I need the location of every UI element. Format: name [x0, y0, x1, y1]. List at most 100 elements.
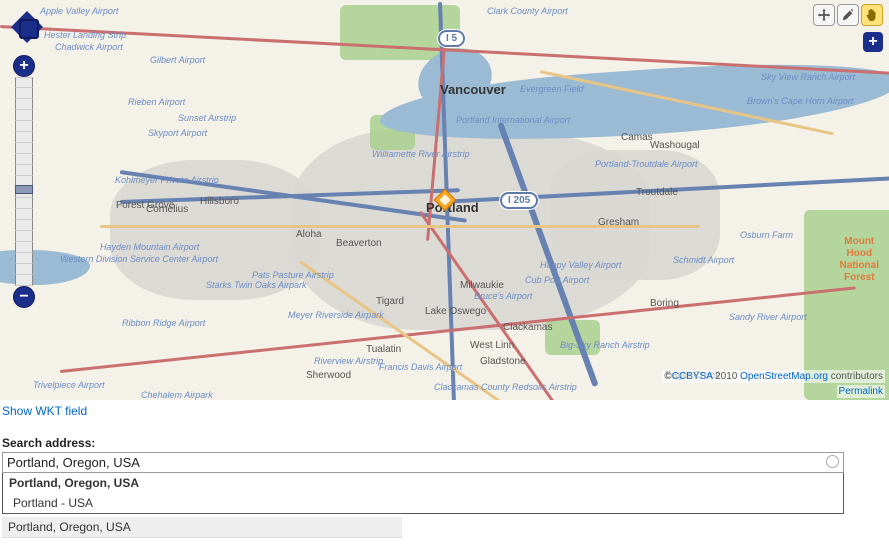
zoom-level-tick[interactable] [15, 88, 33, 99]
airport-label: Ribbon Ridge Airport [122, 318, 205, 328]
city-label: Troutdale [636, 187, 678, 198]
ccbysa-link[interactable]: CCBYSA [672, 371, 713, 382]
hand-tool-button[interactable] [861, 4, 883, 26]
airport-label: Francis Davis Airport [379, 362, 462, 372]
zoom-in-button[interactable]: + [13, 55, 35, 77]
airport-label: Riverview Airstrip [314, 356, 383, 366]
highway-shield: I 5 [438, 30, 465, 47]
autocomplete-dropdown: Portland, Oregon, USA Portland - USA [2, 473, 844, 514]
airport-label: Western Division Service Center Airport [60, 254, 218, 264]
airport-label: Happy Valley Airport [540, 260, 621, 270]
park-label: Mount Hood National Forest [840, 236, 879, 284]
hand-icon [865, 8, 879, 22]
airport-label: Cub Port Airport [525, 275, 589, 285]
zoom-level-tick[interactable] [15, 264, 33, 275]
city-label: Gladstone [480, 356, 526, 367]
airport-label: Starks Twin Oaks Airpark [206, 280, 307, 290]
pencil-icon [841, 8, 855, 22]
zoom-level-tick[interactable] [15, 165, 33, 176]
airport-label: Hester Landing Strip [44, 30, 126, 40]
city-label: Lake Oswego [425, 306, 486, 317]
zoom-level-tick[interactable] [15, 77, 33, 88]
city-label: Sherwood [306, 370, 351, 381]
city-label: Gresham [598, 217, 639, 228]
zoom-level-tick[interactable] [15, 198, 33, 209]
airport-label: Schmidt Airport [673, 255, 734, 265]
airport-label: Clark County Airport [487, 6, 568, 16]
airport-label: Pats Pasture Airstrip [252, 270, 334, 280]
attribution-year: 2010 [715, 371, 737, 382]
zoom-out-button[interactable]: − [13, 286, 35, 308]
city-label: Tigard [376, 296, 404, 307]
osm-link[interactable]: OpenStreetMap.org [740, 371, 828, 382]
airport-label: Sky View Ranch Airport [761, 72, 855, 82]
airport-label: Gilbert Airport [150, 55, 205, 65]
city-label: Camas [621, 132, 653, 143]
airport-label: Rieben Airport [128, 97, 185, 107]
airport-label: Trivelpiece Airport [33, 380, 105, 390]
loading-spinner-icon [826, 455, 839, 468]
result-cell: Portland, Oregon, USA [2, 517, 402, 538]
airport-label: Meyer Riverside Airpark [288, 310, 384, 320]
airport-label: Osburn Farm [740, 230, 793, 240]
permalink-link[interactable]: Permalink [837, 385, 885, 398]
city-label: Washougal [650, 140, 700, 151]
airport-label: Skyport Airport [148, 128, 207, 138]
airport-label: Hayden Mountain Airport [100, 242, 199, 252]
city-label: West Linn [470, 340, 514, 351]
zoom-level-tick[interactable] [15, 154, 33, 165]
zoom-level-tick[interactable] [15, 242, 33, 253]
move-tool-button[interactable] [813, 4, 835, 26]
zoom-slider-handle[interactable] [15, 185, 33, 194]
zoom-level-tick[interactable] [15, 209, 33, 220]
city-label: Tualatin [366, 344, 401, 355]
zoom-level-tick[interactable] [15, 132, 33, 143]
city-label: Aloha [296, 229, 322, 240]
zoom-level-tick[interactable] [15, 275, 33, 286]
table-row[interactable]: Portland, Oregon, USA [2, 517, 402, 538]
airport-label: Chadwick Airport [55, 42, 123, 52]
move-icon [817, 8, 831, 22]
airport-label: Williamette River Airstrip [372, 149, 470, 159]
pencil-tool-button[interactable] [837, 4, 859, 26]
airport-label: Chehalem Airpark [141, 390, 213, 400]
city-label: Cornelius [146, 204, 188, 215]
zoom-level-tick[interactable] [15, 110, 33, 121]
zoom-level-tick[interactable] [15, 231, 33, 242]
pan-control [4, 4, 50, 50]
zoom-level-tick[interactable] [15, 121, 33, 132]
search-results-table: Portland, Oregon, USA [2, 517, 402, 538]
pan-center-button[interactable] [19, 19, 39, 39]
search-label: Search address: [2, 436, 889, 450]
city-label: Boring [650, 298, 679, 309]
zoom-level-tick[interactable] [15, 99, 33, 110]
airport-label: Brown's Cape Horn Airport [747, 96, 853, 106]
zoom-control: + − [13, 55, 35, 308]
city-label: Clackamas [503, 322, 552, 333]
airport-label: Sandy River Airport [729, 312, 807, 322]
city-label: Beaverton [336, 238, 382, 249]
city-label-major: Vancouver [440, 82, 506, 97]
airport-label: Big-Sky Ranch Airstrip [560, 340, 650, 350]
airport-label: Clackamas County Redsoils Airstrip [434, 382, 577, 392]
highway-shield: I 205 [500, 192, 538, 209]
autocomplete-item[interactable]: Portland, Oregon, USA [3, 473, 843, 493]
attribution-prefix: © [664, 371, 671, 382]
airport-label: Evergreen Field [520, 84, 584, 94]
zoom-level-tick[interactable] [15, 143, 33, 154]
airport-label: Portland International Airport [456, 115, 570, 125]
airport-label: Bruce's Airport [474, 291, 532, 301]
zoom-level-tick[interactable] [15, 220, 33, 231]
autocomplete-item[interactable]: Portland - USA [3, 493, 843, 513]
toggle-wkt-link[interactable]: Show WKT field [2, 404, 87, 418]
map-viewport[interactable]: I 5 I 205 Vancouver Portland Forest Grov… [0, 0, 889, 400]
zoom-level-tick[interactable] [15, 253, 33, 264]
map-attribution: ©CCBYSA 2010 OpenStreetMap.org contribut… [662, 370, 885, 383]
map-tool-row [813, 4, 883, 26]
search-input[interactable] [2, 452, 844, 473]
airport-label: Apple Valley Airport [40, 6, 118, 16]
attribution-suffix: contributors [831, 371, 883, 382]
pan-west-button[interactable] [2, 18, 20, 36]
zoom-track[interactable] [15, 77, 33, 286]
layer-switcher-button[interactable]: + [863, 32, 883, 52]
